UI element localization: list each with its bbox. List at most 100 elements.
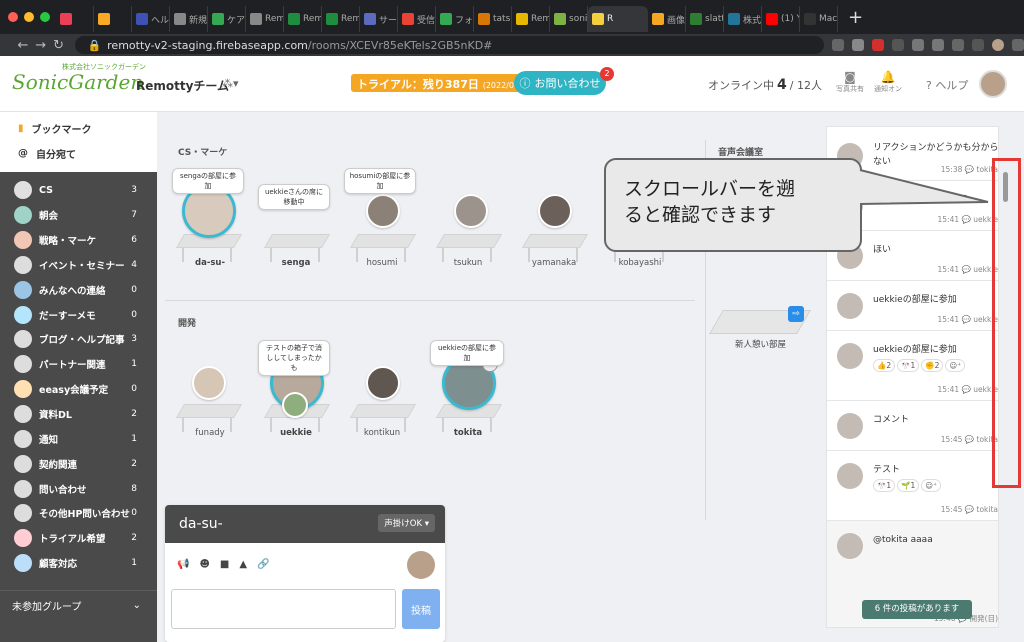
reaction-chip[interactable]: 🎌1 [897, 359, 920, 372]
close-window-icon[interactable] [8, 12, 18, 22]
desk[interactable] [175, 398, 243, 432]
browser-tab[interactable]: サー [360, 6, 398, 32]
reaction-chip[interactable]: 👍2 [873, 359, 896, 372]
megaphone-icon[interactable]: 📢 [177, 559, 189, 570]
sidebar-channel[interactable]: 顧客対応 1 [0, 551, 157, 576]
reload-icon[interactable]: ↻ [50, 38, 68, 53]
sidebar-bookmark[interactable]: ▮ ブックマーク [0, 116, 157, 141]
sidebar-channel[interactable]: CS 3 [0, 178, 157, 203]
status-dropdown[interactable]: 声掛けOK ▾ [378, 514, 435, 532]
desk[interactable] [435, 228, 503, 262]
desk[interactable] [263, 228, 331, 262]
reaction-chip[interactable]: ☺⁺ [945, 359, 966, 372]
feed-message[interactable]: コメント 15:45 💬 tokita [827, 401, 998, 451]
reaction-chip[interactable]: ✊2 [921, 359, 944, 372]
sidebar-channel[interactable]: 資料DL 2 [0, 402, 157, 427]
sidebar-mentions[interactable]: @ 自分宛て [0, 141, 157, 166]
sidebar-channel[interactable]: みんなへの連絡 0 [0, 277, 157, 302]
browser-tab[interactable]: tatsi [474, 6, 512, 32]
sidebar-channel[interactable]: その他HP問い合わせ 0 [0, 501, 157, 526]
sidebar-channel[interactable]: 問い合わせ 8 [0, 476, 157, 501]
sidebar-channel[interactable]: イベント・セミナー 4 [0, 253, 157, 278]
feed-message[interactable]: uekkieの部屋に参加 👍2 🎌1 ✊2 ☺⁺ 15:41 💬 uekkie [827, 331, 998, 401]
room-enter-button[interactable]: ⇨ [788, 306, 804, 322]
message-input[interactable] [171, 589, 396, 629]
reaction-chip[interactable]: 🌱1 [897, 479, 920, 492]
sidebar-channel[interactable]: 契約関連 2 [0, 451, 157, 476]
browser-tab[interactable]: 画像 [648, 6, 686, 32]
avatar-funady[interactable] [192, 366, 226, 400]
back-icon[interactable]: ← [14, 38, 32, 53]
browser-tab[interactable]: 受信 [398, 6, 436, 32]
sidebar-channel[interactable]: 通知 1 [0, 426, 157, 451]
browser-tab[interactable]: Rem [322, 6, 360, 32]
reaction-chip[interactable]: 🎌1 [873, 479, 896, 492]
video-icon[interactable]: ■ [220, 559, 229, 570]
browser-tab[interactable]: (1) Y [762, 6, 800, 32]
sidebar-channel[interactable]: eeasy会議予定 0 [0, 377, 157, 402]
notification-button[interactable]: 🔔 通知オン [868, 70, 908, 94]
sidebar-channel[interactable]: トライアル希望 2 [0, 526, 157, 551]
new-tab-button[interactable]: + [848, 7, 863, 28]
ext-1-icon[interactable] [891, 39, 904, 51]
sidebar-channel[interactable]: ブログ・ヘルプ記事 3 [0, 327, 157, 352]
avatar-hosumi[interactable] [366, 194, 400, 228]
sidebar-channel[interactable]: 朝会 7 [0, 203, 157, 228]
ext-2-icon[interactable] [911, 39, 924, 51]
browser-tab[interactable]: Mac [800, 6, 838, 32]
sidebar-channel[interactable]: 戦略・マーケ 6 [0, 228, 157, 253]
user-avatar[interactable] [979, 70, 1007, 98]
browser-tab[interactable]: R [588, 6, 648, 32]
desk[interactable] [349, 398, 417, 432]
message-meta: 15:41 💬 uekkie [938, 265, 999, 274]
avatar-kontikun[interactable] [366, 366, 400, 400]
minimize-window-icon[interactable] [24, 12, 34, 22]
team-name[interactable]: Remottyチーム [136, 77, 229, 94]
contact-button[interactable]: ⓘ お問い合わせ [514, 71, 606, 95]
forward-icon[interactable]: → [32, 38, 50, 53]
emoji-icon[interactable]: ☻ [199, 559, 209, 570]
avatar-yamanaka[interactable] [538, 194, 572, 228]
menu-icon[interactable] [1011, 39, 1024, 51]
browser-tab[interactable]: ケア [208, 6, 246, 32]
browser-tab[interactable]: slatt [686, 6, 724, 32]
post-button[interactable]: 投稿 [402, 589, 440, 629]
browser-tab[interactable]: ヘル [132, 6, 170, 32]
zoom-window-icon[interactable] [40, 12, 50, 22]
camera-ext-icon[interactable] [831, 39, 844, 51]
person-icon[interactable]: ▲ [239, 559, 247, 570]
team-menu-icon[interactable]: ⁂▾ [222, 77, 239, 90]
sidebar-channel[interactable]: だーすーメモ 0 [0, 302, 157, 327]
help-button[interactable]: ? ヘルプ [926, 77, 968, 93]
avatar-tsukun[interactable] [454, 194, 488, 228]
ext-4-icon[interactable] [951, 39, 964, 51]
browser-tab[interactable] [94, 6, 132, 32]
photo-share-button[interactable]: ◙ 写真共有 [830, 70, 870, 94]
browser-tab[interactable]: 新規 [170, 6, 208, 32]
profile-icon[interactable] [991, 39, 1004, 51]
desk[interactable] [349, 228, 417, 262]
avatar-uekkie-guest[interactable] [282, 392, 308, 418]
browser-tab[interactable]: Rem [512, 6, 550, 32]
unjoined-groups[interactable]: 未参加グループ ⌄ [0, 590, 157, 620]
desk[interactable] [521, 228, 589, 262]
browser-tab[interactable] [56, 6, 94, 32]
new-posts-toast[interactable]: 6 件の投稿があります [862, 600, 972, 619]
browser-tab[interactable]: Rem [246, 6, 284, 32]
sidebar-channel[interactable]: パートナー関連 1 [0, 352, 157, 377]
browser-tab[interactable]: フォ [436, 6, 474, 32]
browser-tab[interactable]: Rem [284, 6, 322, 32]
browser-tab[interactable]: soni [550, 6, 588, 32]
attachment-icon[interactable]: 🔗 [257, 559, 269, 570]
abp-icon[interactable] [871, 39, 884, 51]
reaction-chip[interactable]: ☺⁺ [921, 479, 942, 492]
star-icon[interactable] [851, 39, 864, 51]
logo[interactable]: SonicGarden [12, 70, 143, 94]
feed-message[interactable]: uekkieの部屋に参加 15:41 💬 uekkie [827, 281, 998, 331]
ext-3-icon[interactable] [931, 39, 944, 51]
puzzle-icon[interactable] [971, 39, 984, 51]
feed-message[interactable]: テスト 🎌1 🌱1 ☺⁺ 15:45 💬 tokita [827, 451, 998, 521]
browser-tab-bar: ヘル 新規 ケア Rem Rem Rem サー 受信 フォ tatsi Rem soni R 画像 slat… [0, 0, 1024, 34]
url-field[interactable]: 🔒 remotty-v2-staging.firebaseapp.com/roo… [75, 36, 824, 54]
browser-tab[interactable]: 株式 [724, 6, 762, 32]
